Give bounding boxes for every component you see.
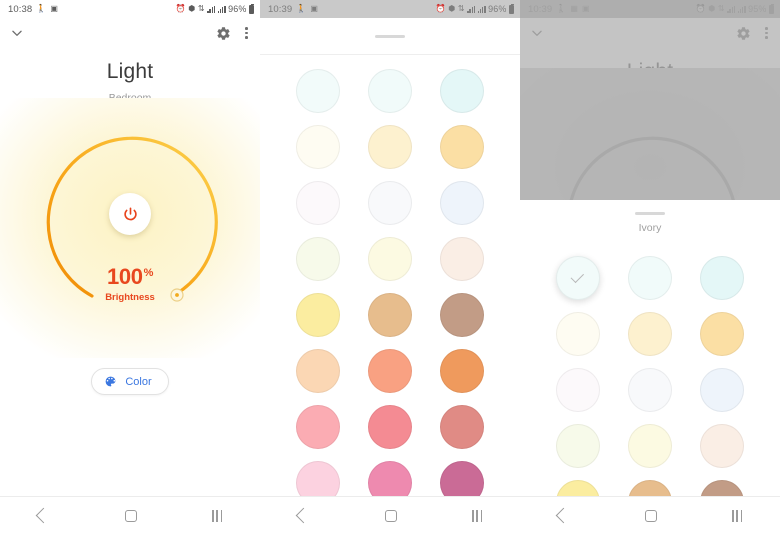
- recents-icon[interactable]: [212, 509, 223, 522]
- color-swatch[interactable]: [440, 349, 484, 393]
- home-icon[interactable]: [124, 509, 137, 522]
- panel-color-sheet-ivory: 10:39 🚶 ▦ ▣ ⏰ ⬢ ⇅ 95%: [520, 0, 780, 534]
- color-swatch[interactable]: [296, 405, 340, 449]
- check-icon: [570, 269, 585, 283]
- color-swatch[interactable]: [368, 181, 412, 225]
- color-swatch[interactable]: [440, 237, 484, 281]
- home-icon[interactable]: [644, 509, 657, 522]
- color-swatch[interactable]: [296, 237, 340, 281]
- wifi-icon: ⇅: [197, 4, 205, 13]
- android-nav-bar: [260, 496, 520, 534]
- gear-icon[interactable]: [216, 26, 231, 41]
- power-icon: [123, 206, 137, 220]
- bluetooth-icon: ⬢: [188, 4, 196, 13]
- color-swatch[interactable]: [700, 256, 744, 300]
- color-button-row: Color: [0, 368, 260, 395]
- status-bar: 10:38 🚶 ▣ ⏰ ⬢ ⇅ 96%: [0, 0, 260, 18]
- brightness-value: 100: [107, 264, 143, 289]
- color-swatch[interactable]: [700, 312, 744, 356]
- color-button-label: Color: [125, 375, 152, 388]
- battery-icon: [509, 3, 514, 14]
- person-icon: 🚶: [296, 4, 307, 13]
- signal-icon-2: [217, 5, 226, 13]
- battery-icon: [249, 3, 254, 14]
- signal-icon-1: [467, 5, 476, 13]
- color-swatch[interactable]: [556, 312, 600, 356]
- brightness-value-row: 100%: [70, 266, 190, 288]
- color-swatch-grid[interactable]: [520, 234, 780, 524]
- color-swatch[interactable]: [368, 125, 412, 169]
- color-swatch[interactable]: [368, 69, 412, 113]
- drag-handle[interactable]: [635, 211, 665, 215]
- android-nav-bar: [0, 496, 260, 534]
- color-swatch[interactable]: [700, 424, 744, 468]
- color-swatch[interactable]: [440, 181, 484, 225]
- alarm-icon: ⏰: [435, 4, 446, 13]
- alarm-icon: ⏰: [175, 4, 186, 13]
- status-bar-time: 10:39: [268, 3, 293, 15]
- kebab-menu-icon[interactable]: [245, 27, 248, 39]
- color-swatch[interactable]: [368, 237, 412, 281]
- brightness-dial[interactable]: 100% Brightness: [0, 98, 260, 358]
- brightness-caption: Brightness: [105, 292, 155, 303]
- wifi-icon: ⇅: [457, 4, 465, 13]
- color-swatch-grid[interactable]: [260, 55, 520, 505]
- color-swatch[interactable]: [628, 424, 672, 468]
- app-bar: [0, 18, 260, 48]
- home-icon[interactable]: [384, 509, 397, 522]
- recents-icon[interactable]: [472, 509, 483, 522]
- back-icon[interactable]: [295, 507, 312, 524]
- battery-percent: 96%: [488, 4, 507, 14]
- color-swatch[interactable]: [368, 293, 412, 337]
- color-swatch[interactable]: [628, 368, 672, 412]
- palette-icon: [105, 376, 116, 387]
- color-swatch[interactable]: [296, 349, 340, 393]
- color-button[interactable]: Color: [91, 368, 169, 395]
- chevron-down-icon[interactable]: [10, 26, 24, 40]
- color-swatch[interactable]: [296, 293, 340, 337]
- bluetooth-icon: ⬢: [448, 4, 456, 13]
- three-panel-screenshot: 10:38 🚶 ▣ ⏰ ⬢ ⇅ 96% Light 100% Brightnes…: [0, 0, 780, 534]
- color-swatch[interactable]: [368, 405, 412, 449]
- panel-light-detail: 10:38 🚶 ▣ ⏰ ⬢ ⇅ 96% Light 100% Brightnes…: [0, 0, 260, 534]
- color-swatch[interactable]: [368, 349, 412, 393]
- sim-icon: ▣: [50, 4, 59, 13]
- color-bottom-sheet: [260, 18, 520, 505]
- brightness-unit: %: [143, 266, 154, 279]
- color-swatch[interactable]: [628, 312, 672, 356]
- back-icon[interactable]: [555, 507, 572, 524]
- signal-icon-2: [477, 5, 486, 13]
- color-swatch[interactable]: [628, 256, 672, 300]
- panel-color-sheet-full: 10:39 🚶 ▣ ⏰ ⬢ ⇅ 96%: [260, 0, 520, 534]
- color-swatch[interactable]: [296, 125, 340, 169]
- color-swatch[interactable]: [296, 181, 340, 225]
- status-bar: 10:39 🚶 ▣ ⏰ ⬢ ⇅ 96%: [260, 0, 520, 18]
- android-nav-bar: [520, 496, 780, 534]
- drag-handle[interactable]: [375, 34, 405, 38]
- color-swatch[interactable]: [556, 368, 600, 412]
- color-swatch[interactable]: [440, 125, 484, 169]
- sim-icon: ▣: [310, 4, 319, 13]
- person-icon: 🚶: [36, 4, 47, 13]
- page-title: Light: [106, 60, 154, 83]
- color-swatch[interactable]: [440, 405, 484, 449]
- sheet-title: Ivory: [638, 222, 662, 234]
- recents-icon[interactable]: [732, 509, 743, 522]
- scrim-overlay[interactable]: [520, 0, 780, 200]
- back-icon[interactable]: [35, 507, 52, 524]
- color-swatch[interactable]: [556, 424, 600, 468]
- power-button[interactable]: [109, 193, 151, 235]
- color-swatch[interactable]: [440, 69, 484, 113]
- signal-icon-1: [207, 5, 216, 13]
- color-swatch-selected[interactable]: [556, 256, 600, 300]
- color-swatch[interactable]: [296, 69, 340, 113]
- color-swatch[interactable]: [700, 368, 744, 412]
- brightness-readout: 100% Brightness: [70, 266, 190, 304]
- color-swatch[interactable]: [440, 293, 484, 337]
- battery-percent: 96%: [228, 4, 247, 14]
- status-bar-time: 10:38: [8, 3, 33, 15]
- color-bottom-sheet: Ivory: [520, 200, 780, 534]
